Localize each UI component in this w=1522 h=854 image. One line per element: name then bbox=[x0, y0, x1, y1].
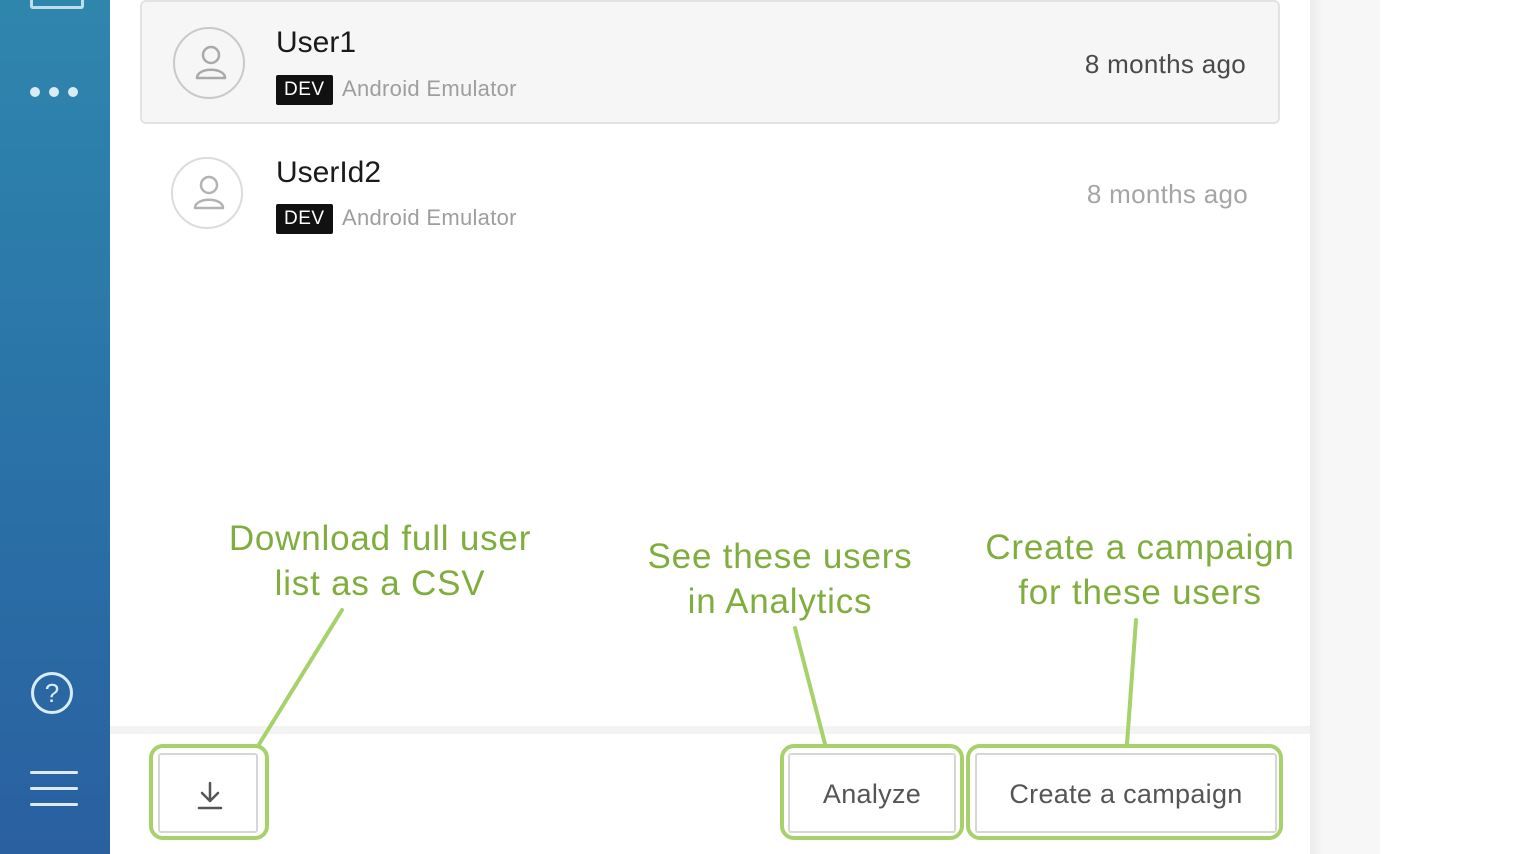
nav-icon-partial[interactable] bbox=[30, 0, 84, 9]
device-name: Android Emulator bbox=[342, 205, 517, 230]
user-row-1[interactable]: User1 DEV Android Emulator 8 months ago bbox=[140, 0, 1280, 124]
help-circle-icon[interactable]: ? bbox=[31, 672, 73, 714]
download-csv-button[interactable] bbox=[158, 753, 258, 833]
callout-download: Download full user list as a CSV bbox=[200, 516, 560, 606]
callout-line: for these users bbox=[1018, 573, 1262, 612]
callout-line: See these users bbox=[647, 537, 913, 576]
ellipsis-icon[interactable] bbox=[30, 87, 78, 99]
callout-campaign: Create a campaign for these users bbox=[960, 525, 1320, 615]
device-name: Android Emulator bbox=[342, 76, 517, 101]
env-badge: DEV bbox=[276, 75, 333, 105]
user-avatar-icon bbox=[173, 27, 245, 99]
env-badge: DEV bbox=[276, 204, 333, 234]
last-seen: 8 months ago bbox=[1086, 179, 1248, 209]
create-campaign-button[interactable]: Create a campaign bbox=[975, 753, 1277, 833]
help-glyph: ? bbox=[44, 678, 60, 708]
footer-divider bbox=[110, 726, 1310, 734]
user-name: User1 bbox=[276, 26, 357, 59]
callout-line: in Analytics bbox=[687, 582, 873, 621]
user-name: UserId2 bbox=[276, 156, 382, 189]
callout-line: list as a CSV bbox=[274, 564, 486, 603]
user-row-2[interactable]: UserId2 DEV Android Emulator 8 months ag… bbox=[140, 132, 1280, 256]
callout-analyze: See these users in Analytics bbox=[620, 534, 940, 624]
panel-divider bbox=[1310, 0, 1324, 854]
analyze-button[interactable]: Analyze bbox=[788, 753, 956, 833]
last-seen: 8 months ago bbox=[1084, 49, 1246, 79]
sidebar: ? bbox=[0, 0, 110, 854]
download-icon bbox=[197, 781, 223, 810]
callout-line: Create a campaign bbox=[985, 528, 1295, 567]
user-avatar-icon bbox=[171, 157, 243, 229]
hamburger-menu-icon[interactable] bbox=[30, 771, 78, 807]
callout-line: Download full user bbox=[228, 519, 532, 558]
